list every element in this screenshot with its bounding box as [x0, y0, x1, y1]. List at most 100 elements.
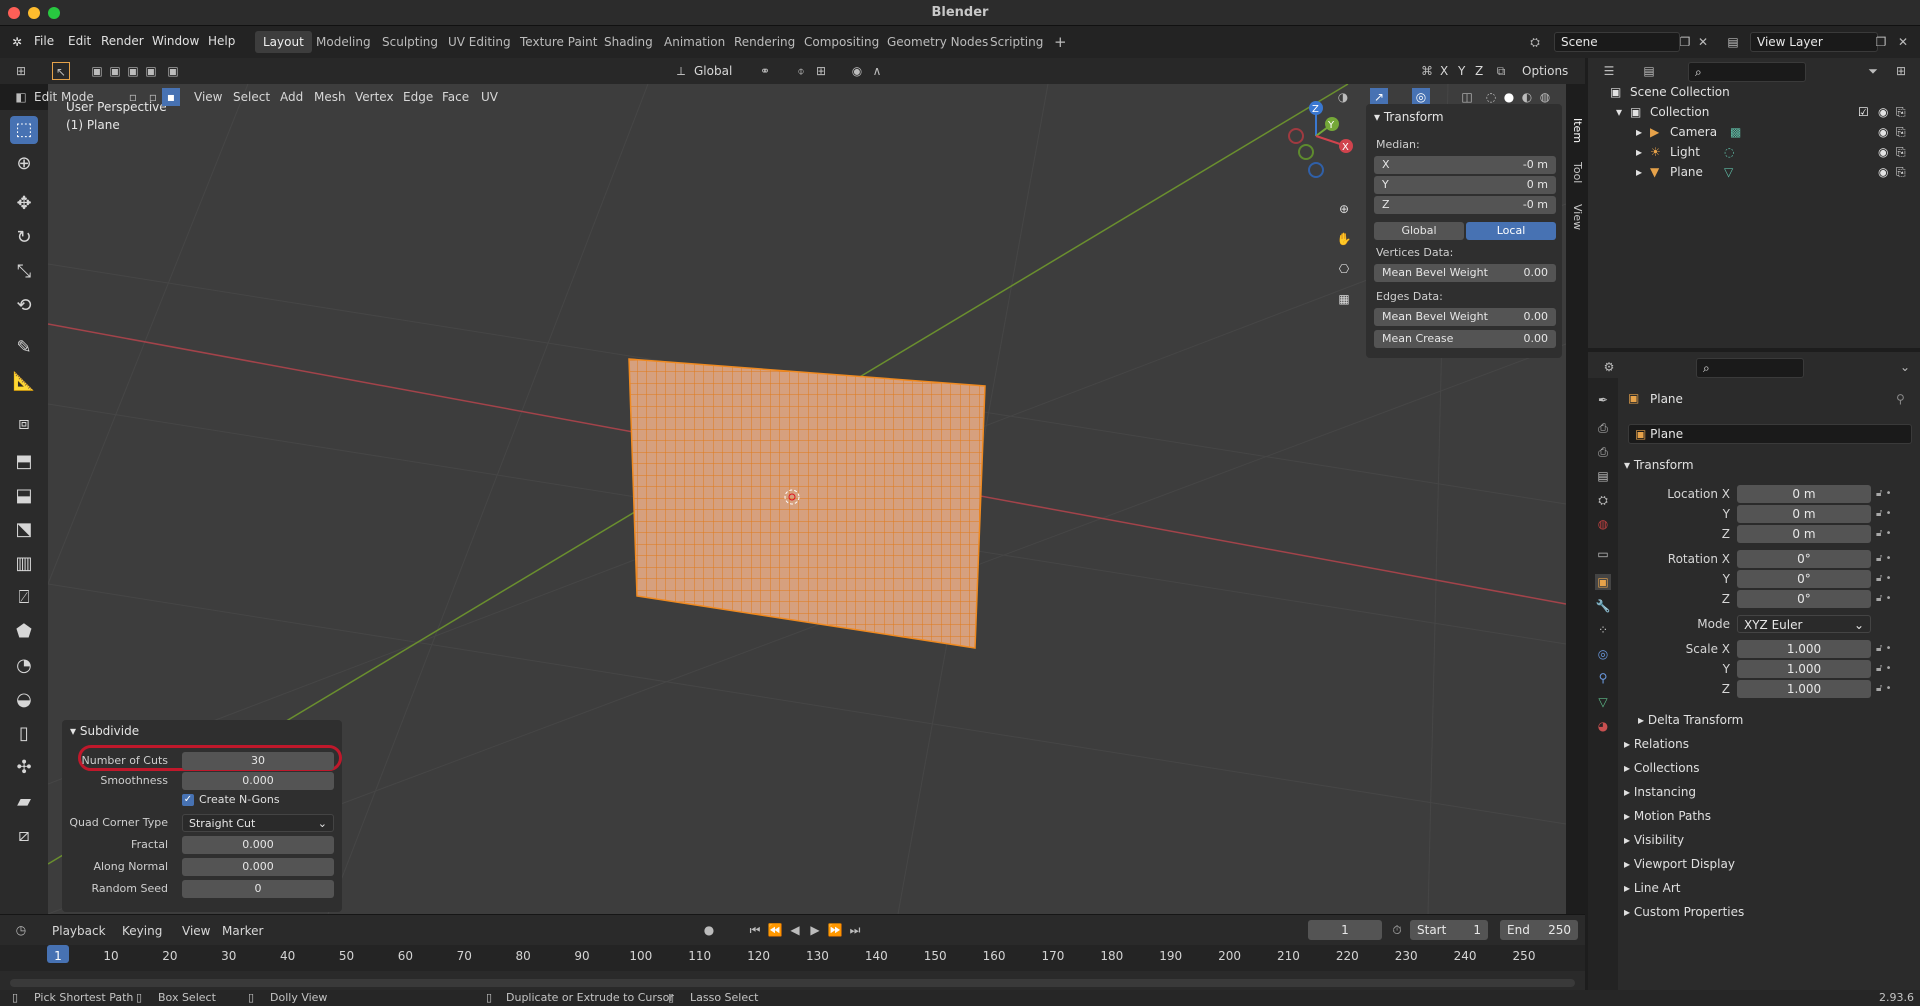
- location-z-field[interactable]: 0 m: [1737, 525, 1871, 543]
- mean-crease-field[interactable]: Mean Crease 0.00: [1374, 330, 1556, 348]
- jump-start-icon[interactable]: ⏮: [746, 921, 764, 939]
- tab-sculpting[interactable]: Sculpting: [374, 31, 446, 53]
- section-instancing[interactable]: ▸ Instancing: [1624, 785, 1696, 799]
- add-workspace-button[interactable]: +: [1046, 31, 1075, 53]
- select-mode-intersect-icon[interactable]: ▣: [164, 62, 182, 80]
- tab-texture-paint[interactable]: Texture Paint: [512, 31, 605, 53]
- menu-edit[interactable]: Edit: [68, 34, 91, 48]
- transform-orientation-icon[interactable]: ⟂: [672, 62, 690, 80]
- inset-tool-icon[interactable]: ⬓: [10, 482, 38, 510]
- section-collections[interactable]: ▸ Collections: [1624, 761, 1699, 775]
- rotation-y-field[interactable]: 0°: [1737, 570, 1871, 588]
- properties-options-icon[interactable]: ⌄: [1896, 358, 1914, 376]
- menu-add[interactable]: Add: [280, 90, 303, 104]
- timeline-scrollbar[interactable]: [10, 979, 1575, 987]
- menu-window[interactable]: Window: [152, 34, 199, 48]
- menu-mesh[interactable]: Mesh: [314, 90, 346, 104]
- preview-range-icon[interactable]: ⏱: [1388, 921, 1406, 939]
- section-custom-properties[interactable]: ▸ Custom Properties: [1624, 905, 1744, 919]
- bevel-tool-icon[interactable]: ⬔: [10, 516, 38, 544]
- keying-menu[interactable]: Keying: [122, 924, 162, 938]
- view-layer-icon[interactable]: ▤: [1724, 33, 1742, 51]
- data-tab-icon[interactable]: ▽: [1595, 694, 1611, 710]
- pan-hand-icon[interactable]: ✋: [1335, 230, 1353, 248]
- mirror-icon[interactable]: ⌘: [1418, 62, 1436, 80]
- new-collection-icon[interactable]: ⊞: [1892, 62, 1910, 80]
- lock-icon[interactable]: 🔓︎ •: [1876, 488, 1892, 499]
- camera-render-icon[interactable]: ⎘: [1896, 122, 1906, 142]
- visibility-icon[interactable]: ◑: [1334, 88, 1352, 106]
- cursor-tool-icon[interactable]: ⊕: [10, 150, 38, 178]
- tab-shading[interactable]: Shading: [596, 31, 661, 53]
- lock-icon[interactable]: 🔓︎ •: [1876, 553, 1892, 564]
- smooth-tool-icon[interactable]: ◒: [10, 686, 38, 714]
- menu-uv[interactable]: UV: [481, 90, 498, 104]
- playback-menu[interactable]: Playback: [52, 924, 106, 938]
- lock-icon[interactable]: 🔓︎ •: [1876, 573, 1892, 584]
- outliner-row-scene-collection[interactable]: ▣ Scene Collection: [1588, 82, 1920, 102]
- local-space-button[interactable]: Local: [1466, 222, 1556, 240]
- menu-render[interactable]: Render: [101, 34, 144, 48]
- along-normal-field[interactable]: 0.000: [182, 858, 334, 876]
- operator-header[interactable]: ▾ Subdivide: [70, 724, 139, 738]
- jump-keyframe-back-icon[interactable]: ⏪: [766, 921, 784, 939]
- section-viewport-display[interactable]: ▸ Viewport Display: [1624, 857, 1735, 871]
- median-y-field[interactable]: Y 0 m: [1374, 176, 1556, 194]
- vertex-bevel-weight-field[interactable]: Mean Bevel Weight 0.00: [1374, 264, 1556, 282]
- mirror-x-toggle[interactable]: X: [1440, 64, 1448, 78]
- camera-render-icon[interactable]: ⎘: [1896, 162, 1906, 182]
- camera-data-icon[interactable]: ▩: [1730, 122, 1741, 142]
- tab-modeling[interactable]: Modeling: [308, 31, 379, 53]
- properties-search-input[interactable]: ⌕: [1696, 358, 1804, 378]
- scene-tab-icon[interactable]: ⛭: [1595, 492, 1611, 508]
- section-line-art[interactable]: ▸ Line Art: [1624, 881, 1681, 895]
- select-mode-invert-icon[interactable]: ▣: [142, 62, 160, 80]
- collapsed-arrow-icon[interactable]: ▸: [1636, 162, 1642, 182]
- outliner-row-plane[interactable]: ▸ ▼ Plane ▽ ◉ ⎘: [1588, 162, 1920, 182]
- eye-icon[interactable]: ◉: [1878, 162, 1888, 182]
- scale-tool-icon[interactable]: ⤡: [10, 258, 38, 286]
- rotation-x-field[interactable]: 0°: [1737, 550, 1871, 568]
- light-data-icon[interactable]: ◌: [1724, 142, 1734, 162]
- delete-view-layer-icon[interactable]: ✕: [1894, 33, 1912, 51]
- rotation-z-field[interactable]: 0°: [1737, 590, 1871, 608]
- menu-face[interactable]: Face: [442, 90, 469, 104]
- collapsed-arrow-icon[interactable]: ▸: [1636, 122, 1642, 142]
- jump-end-icon[interactable]: ⏭: [846, 921, 864, 939]
- outliner-search-input[interactable]: ⌕: [1688, 62, 1806, 82]
- edge-bevel-weight-field[interactable]: Mean Bevel Weight 0.00: [1374, 308, 1556, 326]
- eye-icon[interactable]: ◉: [1878, 102, 1888, 122]
- select-mode-subtract-icon[interactable]: ▣: [124, 62, 142, 80]
- constraints-tab-icon[interactable]: ⚲: [1595, 670, 1611, 686]
- display-mode-icon[interactable]: ▤: [1640, 62, 1658, 80]
- auto-keying-icon[interactable]: ●: [700, 921, 718, 939]
- mode-icon[interactable]: ◧: [12, 88, 30, 106]
- snap-icon[interactable]: ⌽: [792, 62, 810, 80]
- select-mode-new-icon[interactable]: ▣: [88, 62, 106, 80]
- collection-tab-icon[interactable]: ▭: [1595, 546, 1611, 562]
- vertex-select-icon[interactable]: ▫: [124, 88, 142, 106]
- move-tool-icon[interactable]: ✥: [10, 190, 38, 218]
- snap-target-icon[interactable]: ⊞: [812, 62, 830, 80]
- spin-tool-icon[interactable]: ◔: [10, 652, 38, 680]
- particles-tab-icon[interactable]: ⁘: [1595, 622, 1611, 638]
- menu-file[interactable]: File: [34, 34, 54, 48]
- delta-transform-section[interactable]: ▸ Delta Transform: [1638, 713, 1743, 727]
- rip-tool-icon[interactable]: ⧄: [10, 822, 38, 850]
- face-select-icon[interactable]: ▪: [162, 88, 180, 106]
- collapsed-arrow-icon[interactable]: ▸: [1636, 142, 1642, 162]
- ortho-grid-icon[interactable]: ▦: [1335, 290, 1353, 308]
- object-name-field[interactable]: ▣ Plane: [1628, 424, 1912, 444]
- edge-slide-tool-icon[interactable]: ▯: [10, 720, 38, 748]
- falloff-icon[interactable]: ∧: [868, 62, 886, 80]
- world-tab-icon[interactable]: ◍: [1595, 516, 1611, 532]
- outliner-row-light[interactable]: ▸ ☀ Light ◌ ◉ ⎘: [1588, 142, 1920, 162]
- tab-geometry-nodes[interactable]: Geometry Nodes: [879, 31, 996, 53]
- tab-rendering[interactable]: Rendering: [726, 31, 803, 53]
- material-tab-icon[interactable]: ◕: [1595, 718, 1611, 734]
- sidebar-tab-tool[interactable]: Tool: [1566, 162, 1584, 183]
- annotate-tool-icon[interactable]: ✎: [10, 334, 38, 362]
- menu-help[interactable]: Help: [208, 34, 235, 48]
- knife-tool-icon[interactable]: ⍁: [10, 584, 38, 612]
- sidebar-tab-view[interactable]: View: [1566, 204, 1584, 230]
